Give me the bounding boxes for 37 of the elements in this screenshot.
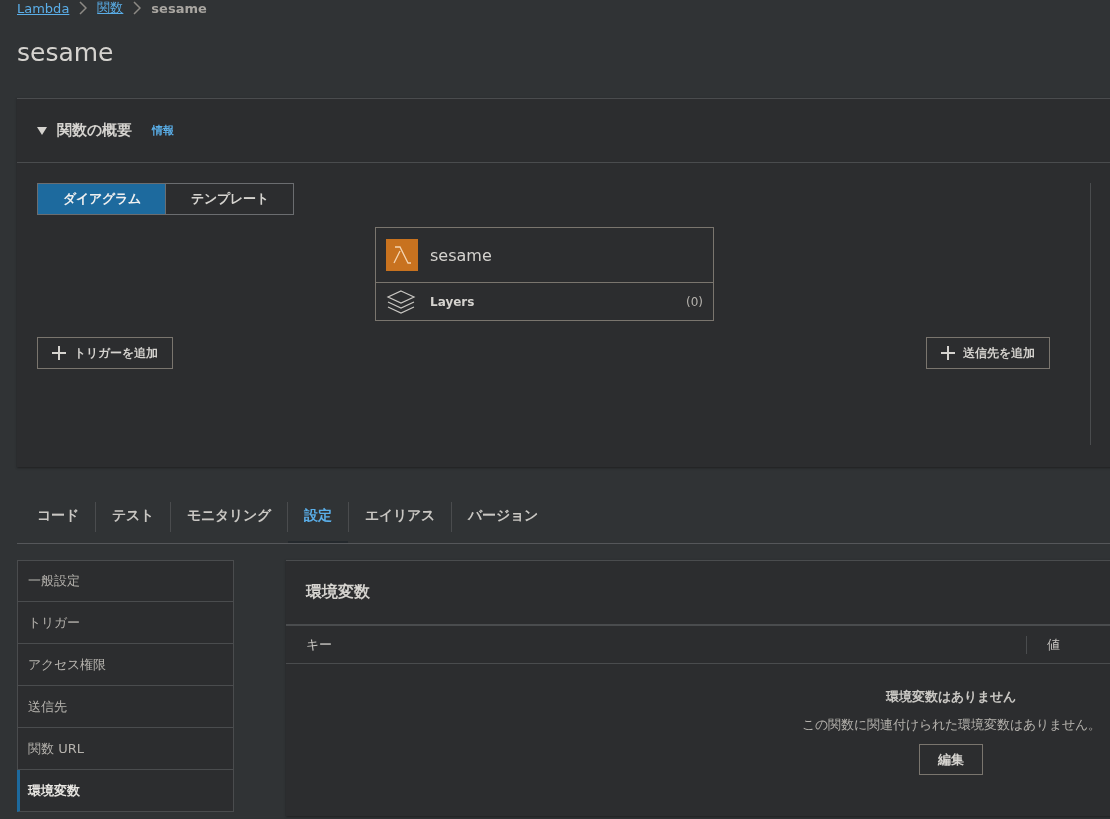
settings-nav-item[interactable]: 送信先	[17, 686, 234, 728]
layers-count: (0)	[686, 294, 703, 309]
tab[interactable]: テスト	[96, 490, 170, 543]
tab[interactable]: バージョン	[452, 490, 554, 543]
breadcrumb-link[interactable]: 関数	[97, 0, 124, 17]
plus-icon	[941, 346, 955, 360]
chevron-right-icon	[79, 1, 88, 15]
settings-nav-item[interactable]: トリガー	[17, 602, 234, 644]
tab[interactable]: エイリアス	[349, 490, 451, 543]
settings-nav-item[interactable]: アクセス権限	[17, 644, 234, 686]
plus-icon	[52, 346, 66, 360]
settings-nav-item[interactable]: 関数 URL	[17, 728, 234, 770]
lambda-icon	[386, 239, 418, 271]
breadcrumb-link[interactable]: Lambda	[17, 0, 70, 16]
layers-label: Layers	[430, 294, 476, 309]
page-title: sesame	[17, 38, 115, 69]
function-name: sesame	[430, 245, 492, 265]
column-header: キー	[286, 635, 1027, 654]
chevron-right-icon	[133, 1, 142, 15]
empty-message: この関数に関連付けられた環境変数はありません。	[801, 716, 1101, 734]
add-trigger-button[interactable]: トリガーを追加	[37, 337, 173, 369]
settings-nav-item[interactable]: 一般設定	[17, 560, 234, 602]
breadcrumb-current: sesame	[151, 0, 207, 16]
settings-nav-item[interactable]: 環境変数	[17, 770, 234, 812]
empty-title: 環境変数はありません	[886, 688, 1016, 706]
panel-heading: 環境変数	[306, 582, 370, 603]
tab[interactable]: コード	[21, 490, 95, 543]
column-header: 値	[1046, 635, 1060, 654]
function-card[interactable]: sesame Layers (0)	[375, 227, 714, 321]
add-destination-button[interactable]: 送信先を追加	[926, 337, 1050, 369]
view-toggle[interactable]: ダイアグラム	[38, 184, 165, 214]
caret-icon[interactable]	[37, 125, 47, 136]
tab[interactable]: モニタリング	[171, 490, 287, 543]
edit-button[interactable]: 編集	[919, 744, 983, 775]
section-heading: 関数の概要	[57, 121, 132, 140]
layers-icon	[386, 288, 416, 315]
info-link[interactable]: 情報	[152, 123, 174, 138]
